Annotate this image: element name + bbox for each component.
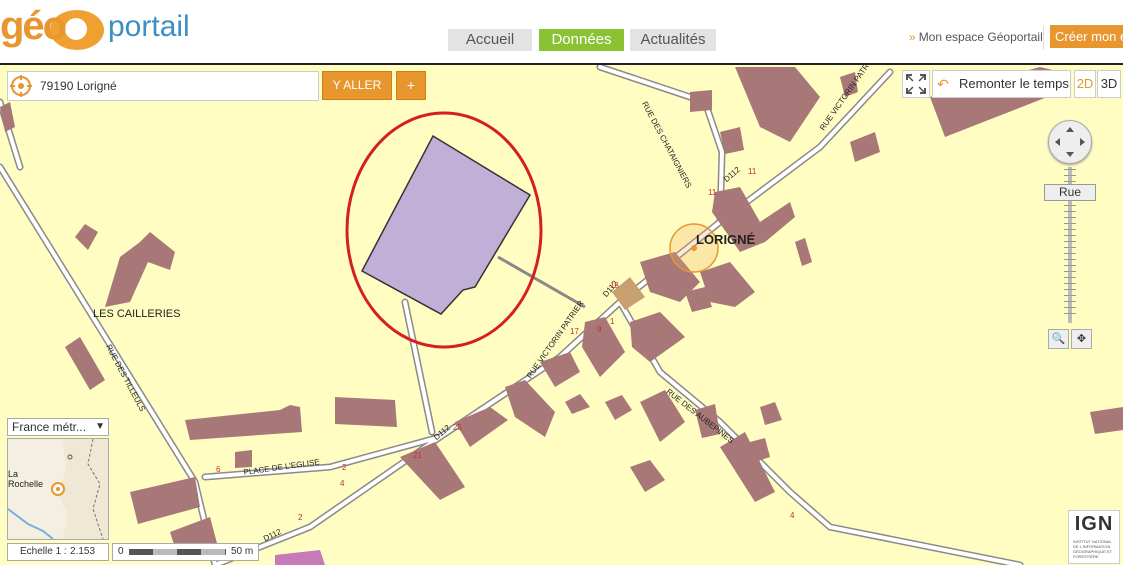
house-number: 9 <box>597 325 602 334</box>
scale-ratio-label: Echelle 1 : <box>20 546 67 557</box>
house-number: 17 <box>570 327 579 336</box>
mode-3d-button[interactable]: 3D <box>1097 70 1121 98</box>
nav-tab-donnees[interactable]: Données <box>539 29 624 51</box>
overview-map[interactable]: La Rochelle <box>7 438 109 540</box>
zoom-box-button[interactable]: 🔍 <box>1048 329 1069 349</box>
house-number: 1 <box>610 317 615 326</box>
mode-2d-button[interactable]: 2D <box>1074 70 1096 98</box>
house-number: 6 <box>216 465 221 474</box>
geoportail-logo[interactable]: géo portail <box>0 4 220 52</box>
chevron-right-icon: » <box>909 30 916 44</box>
map-label-lorigne: LORIGNÉ <box>696 232 756 247</box>
remonter-le-temps-button[interactable]: ↶ Remonter le temps <box>932 70 1071 98</box>
pan-control[interactable] <box>1048 120 1092 164</box>
scale-ratio: Echelle 1 : 2.153 <box>7 543 109 561</box>
house-number: 11 <box>708 188 717 197</box>
dropdown-arrow-icon: ▼ <box>95 421 105 432</box>
ign-logo-text: IGN <box>1074 513 1114 535</box>
scale-bar: 0 50 m <box>112 543 259 561</box>
pan-arrows-icon <box>1055 127 1085 157</box>
plus-button[interactable]: + <box>396 71 426 100</box>
search-box <box>7 71 319 101</box>
house-number: 2 <box>342 463 347 472</box>
territory-select[interactable]: France métr... ▼ <box>7 418 109 436</box>
logo-portal-text: portail <box>108 10 190 43</box>
logo-geo-text: géo <box>0 4 67 48</box>
house-number: 21 <box>413 451 422 460</box>
map-canvas[interactable]: LORIGNÉ LES CAILLERIES RUE DES CHATAIGNI… <box>0 63 1123 565</box>
house-number: 25 <box>453 423 462 432</box>
ign-logo[interactable]: IGN INSTITUT NATIONAL DE L'INFORMATION G… <box>1068 510 1120 564</box>
crosshair-icon: ✥ <box>1076 333 1087 345</box>
center-button[interactable]: ✥ <box>1071 329 1092 349</box>
magnifier-icon: 🔍 <box>1051 333 1066 345</box>
locate-icon[interactable] <box>10 75 32 97</box>
header-divider <box>1043 26 1044 50</box>
nav-tab-actualites[interactable]: Actualités <box>630 29 716 51</box>
nav-tab-accueil[interactable]: Accueil <box>448 29 532 51</box>
zoom-level-label[interactable]: Rue <box>1044 184 1096 201</box>
path-track <box>497 255 586 309</box>
search-input[interactable] <box>38 75 312 97</box>
fullscreen-button[interactable] <box>902 70 930 98</box>
remonter-label: Remonter le temps <box>959 76 1069 91</box>
scale-ratio-value: 2.153 <box>70 546 96 557</box>
mon-espace-link[interactable]: » Mon espace Géoportail <box>909 30 1043 44</box>
scale-bar-start: 0 <box>118 546 124 557</box>
selected-parcel <box>360 134 532 315</box>
house-number: 2 <box>298 513 303 522</box>
overview-map-drawing <box>8 439 104 539</box>
header: géo portail Accueil Données Actualités »… <box>0 0 1123 64</box>
territory-select-label: France métr... <box>12 420 87 434</box>
fullscreen-icon <box>906 74 926 94</box>
logo-disc-center <box>65 18 87 40</box>
scale-bar-graphic <box>129 549 226 555</box>
undo-arrow-icon: ↶ <box>937 76 949 92</box>
y-aller-button[interactable]: Y ALLER <box>322 71 392 100</box>
creer-compte-button[interactable]: Créer mon e <box>1050 25 1123 48</box>
house-number: 4 <box>790 511 795 520</box>
scale-bar-end: 50 m <box>231 546 254 557</box>
mon-espace-label: Mon espace Géoportail <box>918 30 1043 44</box>
house-number: 11 <box>748 167 757 176</box>
house-number: 4 <box>340 479 345 488</box>
overview-city-label: La Rochelle <box>8 469 44 489</box>
map-label-cailleries: LES CAILLERIES <box>93 308 181 320</box>
house-number: 15 <box>610 281 619 290</box>
ign-logo-subtitle: INSTITUT NATIONAL DE L'INFORMATION GÉOGR… <box>1073 539 1113 559</box>
